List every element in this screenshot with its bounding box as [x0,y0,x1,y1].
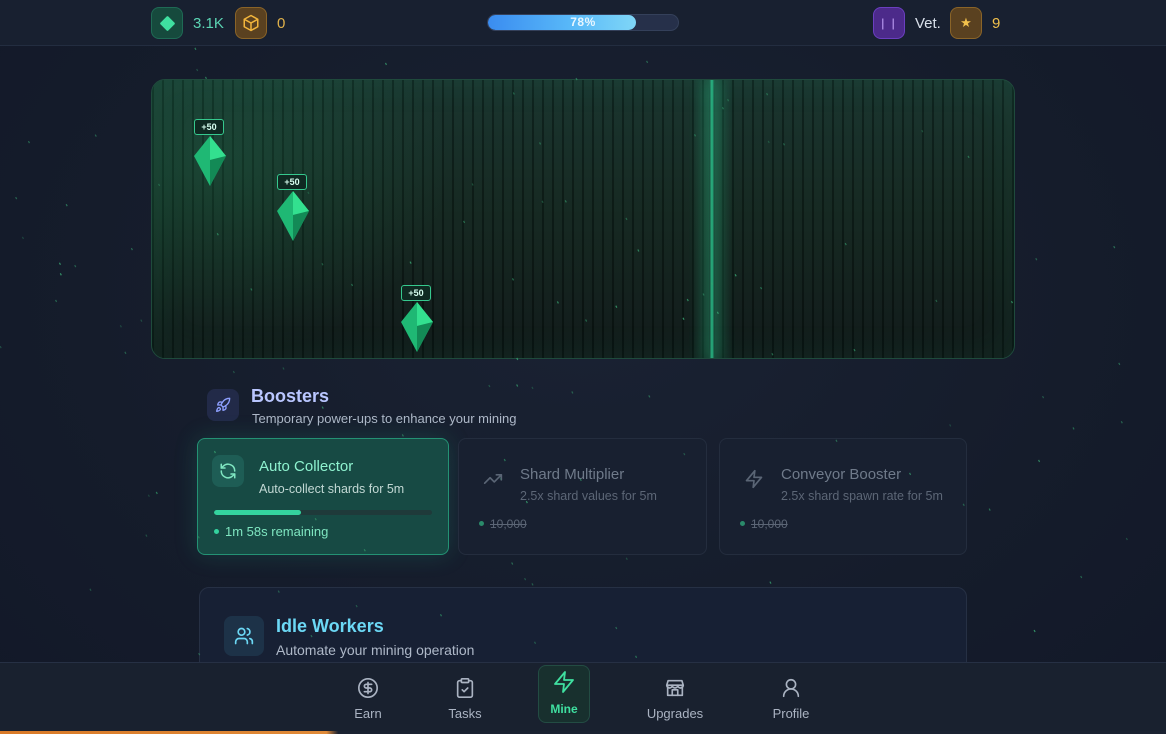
rank-badge-icon: | | [873,7,905,39]
booster-description: Auto-collect shards for 5m [259,482,405,496]
nav-label: Earn [354,706,382,721]
gem-icon [401,302,433,352]
shard-drop[interactable]: +50 [400,285,434,355]
shard-dot [479,521,484,526]
rocket-icon [207,389,239,421]
star-icon: ★ [950,7,982,39]
rank-label: Vet. [915,14,941,32]
boosters-title: Boosters [251,386,330,406]
mine-area[interactable]: +50 +50 +50 [151,79,1015,359]
user-icon [782,678,800,698]
clipboard-icon [456,678,474,698]
gem-icon [151,7,183,39]
nav-label: Mine [550,702,578,716]
shard-balance: 3.1K [151,7,224,39]
boosters-subtitle: Temporary power-ups to enhance your mini… [252,411,517,426]
nav-upgrades[interactable]: Upgrades [635,673,715,723]
lightning-icon [738,463,770,495]
player-level-value: 9 [992,14,1001,32]
dollar-icon [358,678,378,698]
status-dot [214,529,219,534]
trending-up-icon [477,463,509,495]
refresh-icon [212,455,244,487]
users-icon [224,616,264,656]
booster-cost-value: 10,000 [490,517,527,531]
booster-remaining-text: 1m 58s remaining [225,524,329,539]
rank[interactable]: | | Vet. [873,7,941,39]
nav-label: Tasks [448,706,482,721]
booster-description: 2.5x shard values for 5m [520,489,657,503]
shard-drop[interactable]: +50 [276,174,310,244]
booster-remaining: 1m 58s remaining [214,524,328,539]
booster-name: Conveyor Booster [781,466,902,483]
player-level: ★ 9 [950,7,1000,39]
shard-value-badge: +50 [277,174,307,190]
nav-label: Profile [772,706,810,721]
lightning-icon [554,671,574,693]
booster-timer-bar [214,510,432,515]
booster-timer-fill [214,510,302,515]
level-progress-bar: 78% [487,14,679,31]
top-bar: 3.1K 0 78% | | Vet. ★ 9 [0,0,1166,46]
gem-icon [277,191,309,241]
mine-screen: 3.1K 0 78% | | Vet. ★ 9 +50 +50 +50 Boos… [0,0,1166,734]
booster-card-shard-multiplier[interactable]: Shard Multiplier 2.5x shard values for 5… [458,438,707,555]
booster-cost: 10,000 [479,517,527,531]
nav-tasks[interactable]: Tasks [425,673,505,723]
crate-icon [235,7,267,39]
shard-value-badge: +50 [401,285,431,301]
store-icon [665,679,685,697]
nav-label: Upgrades [646,706,704,721]
shard-drop[interactable]: +50 [193,119,227,189]
shard-value-badge: +50 [194,119,224,135]
nav-profile[interactable]: Profile [751,673,831,723]
nav-earn[interactable]: Earn [328,673,408,723]
booster-card-conveyor-booster[interactable]: Conveyor Booster 2.5x shard spawn rate f… [719,438,967,555]
nav-mine[interactable]: Mine [538,665,590,723]
gem-icon [194,136,226,186]
crate-balance-value: 0 [277,14,286,32]
crate-balance: 0 [235,7,285,39]
idle-workers-title: Idle Workers [276,616,384,636]
booster-description: 2.5x shard spawn rate for 5m [781,489,943,503]
idle-workers-subtitle: Automate your mining operation [276,642,475,658]
booster-cost-value: 10,000 [751,517,788,531]
shard-dot [740,521,745,526]
bottom-nav: Earn Tasks Mine Upgrades Profile [0,662,1166,734]
conveyor-beam [709,80,715,358]
shard-balance-value: 3.1K [193,14,224,32]
level-progress-label: 78% [570,15,596,29]
booster-cost: 10,000 [740,517,788,531]
booster-name: Auto Collector [259,458,354,475]
booster-name: Shard Multiplier [520,466,625,483]
booster-card-auto-collector[interactable]: Auto Collector Auto-collect shards for 5… [197,438,449,555]
